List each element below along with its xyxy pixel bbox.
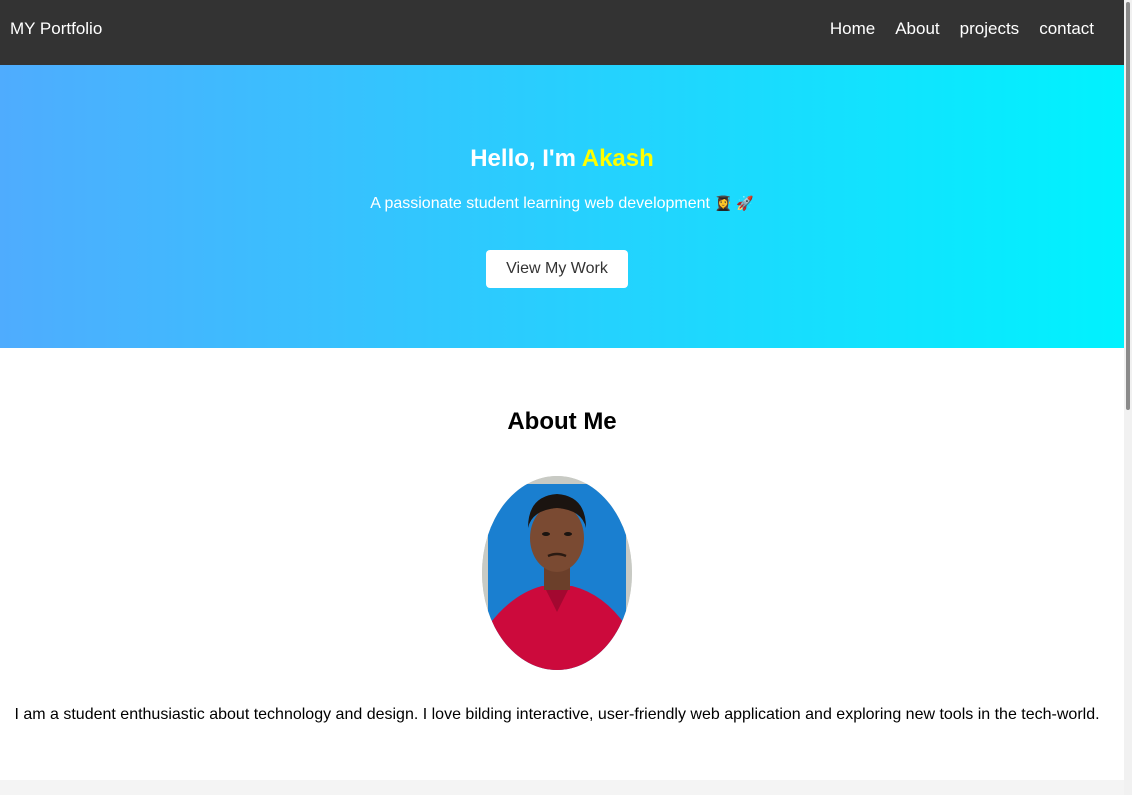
view-my-work-button[interactable]: View My Work xyxy=(486,250,628,288)
student-emoji-icon: 👩‍🎓 xyxy=(714,196,732,212)
hero-name: Akash xyxy=(581,145,654,172)
nav-link-contact[interactable]: contact xyxy=(1039,19,1094,39)
profile-photo xyxy=(482,476,632,670)
profile-photo-illustration xyxy=(482,476,632,670)
nav-link-about[interactable]: About xyxy=(895,19,939,39)
scrollbar-thumb[interactable] xyxy=(1126,2,1130,410)
about-title: About Me xyxy=(507,408,617,435)
portfolio-page: MY Portfolio Home About projects contact… xyxy=(0,0,1124,795)
nav-links: Home About projects contact xyxy=(830,19,1094,39)
hero-section: Hello, I'm Akash A passionate student le… xyxy=(0,65,1124,348)
hero-subtitle: A passionate student learning web develo… xyxy=(0,195,1124,213)
hero-subtitle-text: A passionate student learning web develo… xyxy=(370,195,710,212)
nav-link-projects[interactable]: projects xyxy=(960,19,1020,39)
nav-link-home[interactable]: Home xyxy=(830,19,875,39)
next-section-edge xyxy=(0,780,1124,795)
site-brand[interactable]: MY Portfolio xyxy=(10,19,102,39)
hero-title: Hello, I'm Akash xyxy=(0,145,1124,173)
navbar: MY Portfolio Home About projects contact xyxy=(0,0,1124,65)
page-scrollbar[interactable] xyxy=(1124,0,1132,795)
about-description: I am a student enthusiastic about techno… xyxy=(14,706,1100,723)
hero-greeting: Hello, I'm xyxy=(470,145,576,172)
rocket-emoji-icon: 🚀 xyxy=(736,196,754,212)
